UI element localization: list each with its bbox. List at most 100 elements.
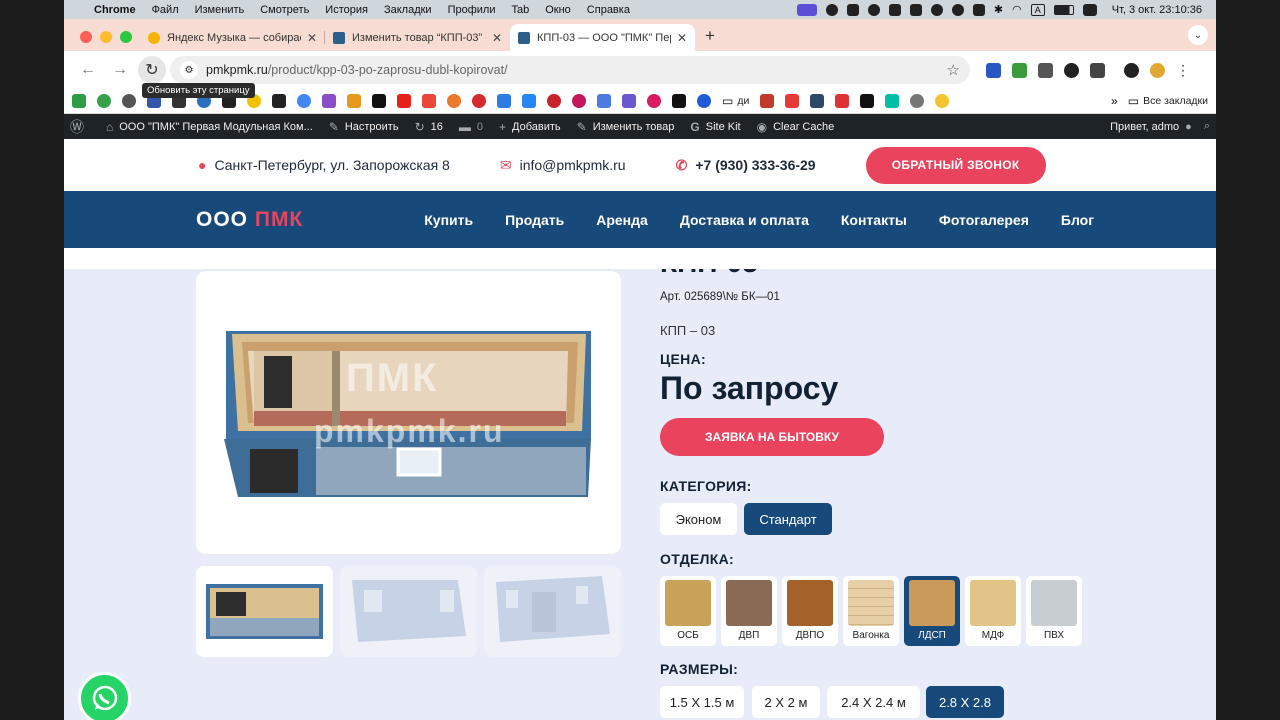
bookmark-star-icon[interactable]: ☆ [947,61,960,79]
bluetooth-icon[interactable]: ✱ [994,3,1003,16]
wp-user-greeting[interactable]: Привет, admo ● [1110,121,1192,133]
menu-app-chrome[interactable]: Chrome [94,4,136,16]
bookmark-icon[interactable] [885,94,900,108]
triangle-app-icon[interactable] [930,3,943,16]
reload-icon[interactable]: ↻ [138,56,166,84]
bookmark-icon[interactable] [810,94,825,108]
all-bookmarks[interactable]: ▭ Все закладки [1128,94,1208,108]
vk-icon[interactable] [522,94,536,108]
bookmark-icon[interactable] [760,94,775,108]
bookmark-icon[interactable] [597,94,611,108]
wp-clear-cache[interactable]: ◉ Clear Cache [757,120,835,134]
bookmark-icon[interactable] [910,94,925,108]
finish-vagonka[interactable]: Вагонка [843,576,899,646]
wp-site-link[interactable]: ⌂ ООО "ПМК" Первая Модульная Ком... [106,120,313,134]
more-bookmarks-icon[interactable]: » [1111,94,1118,108]
size-2[interactable]: 2 Х 2 м [752,686,820,718]
size-1-5[interactable]: 1.5 Х 1.5 м [660,686,744,718]
close-tab-icon[interactable]: ✕ [492,31,502,45]
whatsapp-button[interactable] [78,672,131,720]
wp-site-kit[interactable]: G Site Kit [690,120,740,134]
battery-icon[interactable] [1053,4,1074,15]
menu-bookmarks[interactable]: Закладки [384,4,432,16]
finish-ldsp[interactable]: ЛДСП [904,576,960,646]
wp-comments[interactable]: ▬ 0 [459,120,483,134]
product-main-image[interactable]: ПМК pmkpmk.ru [196,271,621,554]
bookmark-icon[interactable] [835,94,850,108]
extension-icon[interactable] [986,62,1001,78]
bookmark-icon[interactable] [785,94,800,108]
wifi-icon[interactable]: ◠ [1012,3,1022,16]
category-economy[interactable]: Эконом [660,503,737,535]
new-tab-icon[interactable]: + [705,26,715,46]
tab-edit-product[interactable]: Изменить товар “КПП-03” ‹ ✕ [325,24,510,51]
callback-button[interactable]: ОБРАТНЫЙ ЗВОНОК [865,146,1046,184]
bookmark-icon[interactable] [935,94,950,108]
pinterest-icon[interactable] [547,94,561,108]
phone-info[interactable]: ✆ +7 (930) 333-36-29 [676,157,816,174]
email-info[interactable]: ✉ info@pmkpmk.ru [500,157,626,174]
thumbnail-1[interactable] [196,566,333,657]
shield-icon[interactable] [846,3,859,16]
bookmark-icon[interactable] [572,94,586,108]
nav-item-sell[interactable]: Продать [505,212,564,228]
nav-item-contacts[interactable]: Контакты [841,212,907,228]
bookmark-icon[interactable] [622,94,636,108]
zoom-window-icon[interactable] [120,31,132,43]
youtube-icon[interactable] [397,94,411,108]
gear-status-icon[interactable] [867,3,880,16]
wp-customize[interactable]: ✎ Настроить [329,120,399,134]
thumbnail-2[interactable] [340,566,477,657]
chatgpt-icon[interactable] [1124,62,1139,78]
bookmark-icon[interactable] [72,94,86,108]
nav-item-delivery[interactable]: Доставка и оплата [680,212,809,228]
record-icon[interactable] [825,3,838,16]
menubar-clock[interactable]: Чт, 3 окт. 23:10:36 [1112,4,1202,16]
site-info-icon[interactable]: ⚙ [180,61,198,79]
puzzle-icon[interactable] [1090,62,1105,78]
wp-add-new[interactable]: + Добавить [499,120,561,134]
menu-help[interactable]: Справка [587,4,630,16]
bookmark-icon[interactable] [697,94,711,108]
order-cabin-button[interactable]: ЗАЯВКА НА БЫТОВКУ [660,418,884,456]
browser-menu-icon[interactable]: ⋮ [1176,62,1190,79]
minimize-window-icon[interactable] [100,31,112,43]
menu-profiles[interactable]: Профили [448,4,496,16]
bookmark-icon[interactable] [472,94,486,108]
bookmark-folder[interactable]: ▭ ди [722,94,749,108]
back-arrow-icon[interactable]: ← [74,56,102,84]
finish-dvpo[interactable]: ДВПО [782,576,838,646]
size-2-8[interactable]: 2.8 Х 2.8 [926,686,1004,718]
menu-history[interactable]: История [325,4,368,16]
half-circle-icon[interactable] [951,3,964,16]
menu-tab[interactable]: Tab [511,4,529,16]
bookmark-icon[interactable] [272,94,286,108]
chatgpt-icon[interactable] [888,3,901,16]
close-tab-icon[interactable]: ✕ [307,31,317,45]
bookmark-icon[interactable] [672,94,686,108]
mail-icon[interactable] [422,94,436,108]
extension-icon[interactable] [1012,62,1027,78]
bookmark-icon[interactable] [347,94,361,108]
finish-pvc[interactable]: ПВХ [1026,576,1082,646]
finish-dvp[interactable]: ДВП [721,576,777,646]
extension-icon[interactable] [1064,62,1079,78]
size-2-4[interactable]: 2.4 Х 2.4 м [827,686,920,718]
tab-yandex-music[interactable]: Яндекс Музыка — собираем ✕ [140,24,325,51]
screen-record-icon[interactable] [796,3,817,16]
tab-search-chevron-icon[interactable]: ⌄ [1188,25,1208,45]
keyboard-layout-icon[interactable]: A [1030,3,1045,16]
menu-edit[interactable]: Изменить [195,4,245,16]
finish-osb[interactable]: ОСБ [660,576,716,646]
heart-icon[interactable] [647,94,661,108]
profile-avatar-icon[interactable] [1150,62,1165,78]
wp-edit-product[interactable]: ✎ Изменить товар [577,120,675,134]
wordpress-logo-icon[interactable]: Ⓦ [70,117,90,137]
bookmark-icon[interactable] [122,94,136,108]
menu-view[interactable]: Смотреть [260,4,309,16]
bookmark-icon[interactable] [97,94,111,108]
menu-file[interactable]: Файл [152,4,179,16]
nav-item-rent[interactable]: Аренда [596,212,648,228]
nav-item-blog[interactable]: Блог [1061,212,1094,228]
control-center-icon[interactable] [1082,3,1097,16]
